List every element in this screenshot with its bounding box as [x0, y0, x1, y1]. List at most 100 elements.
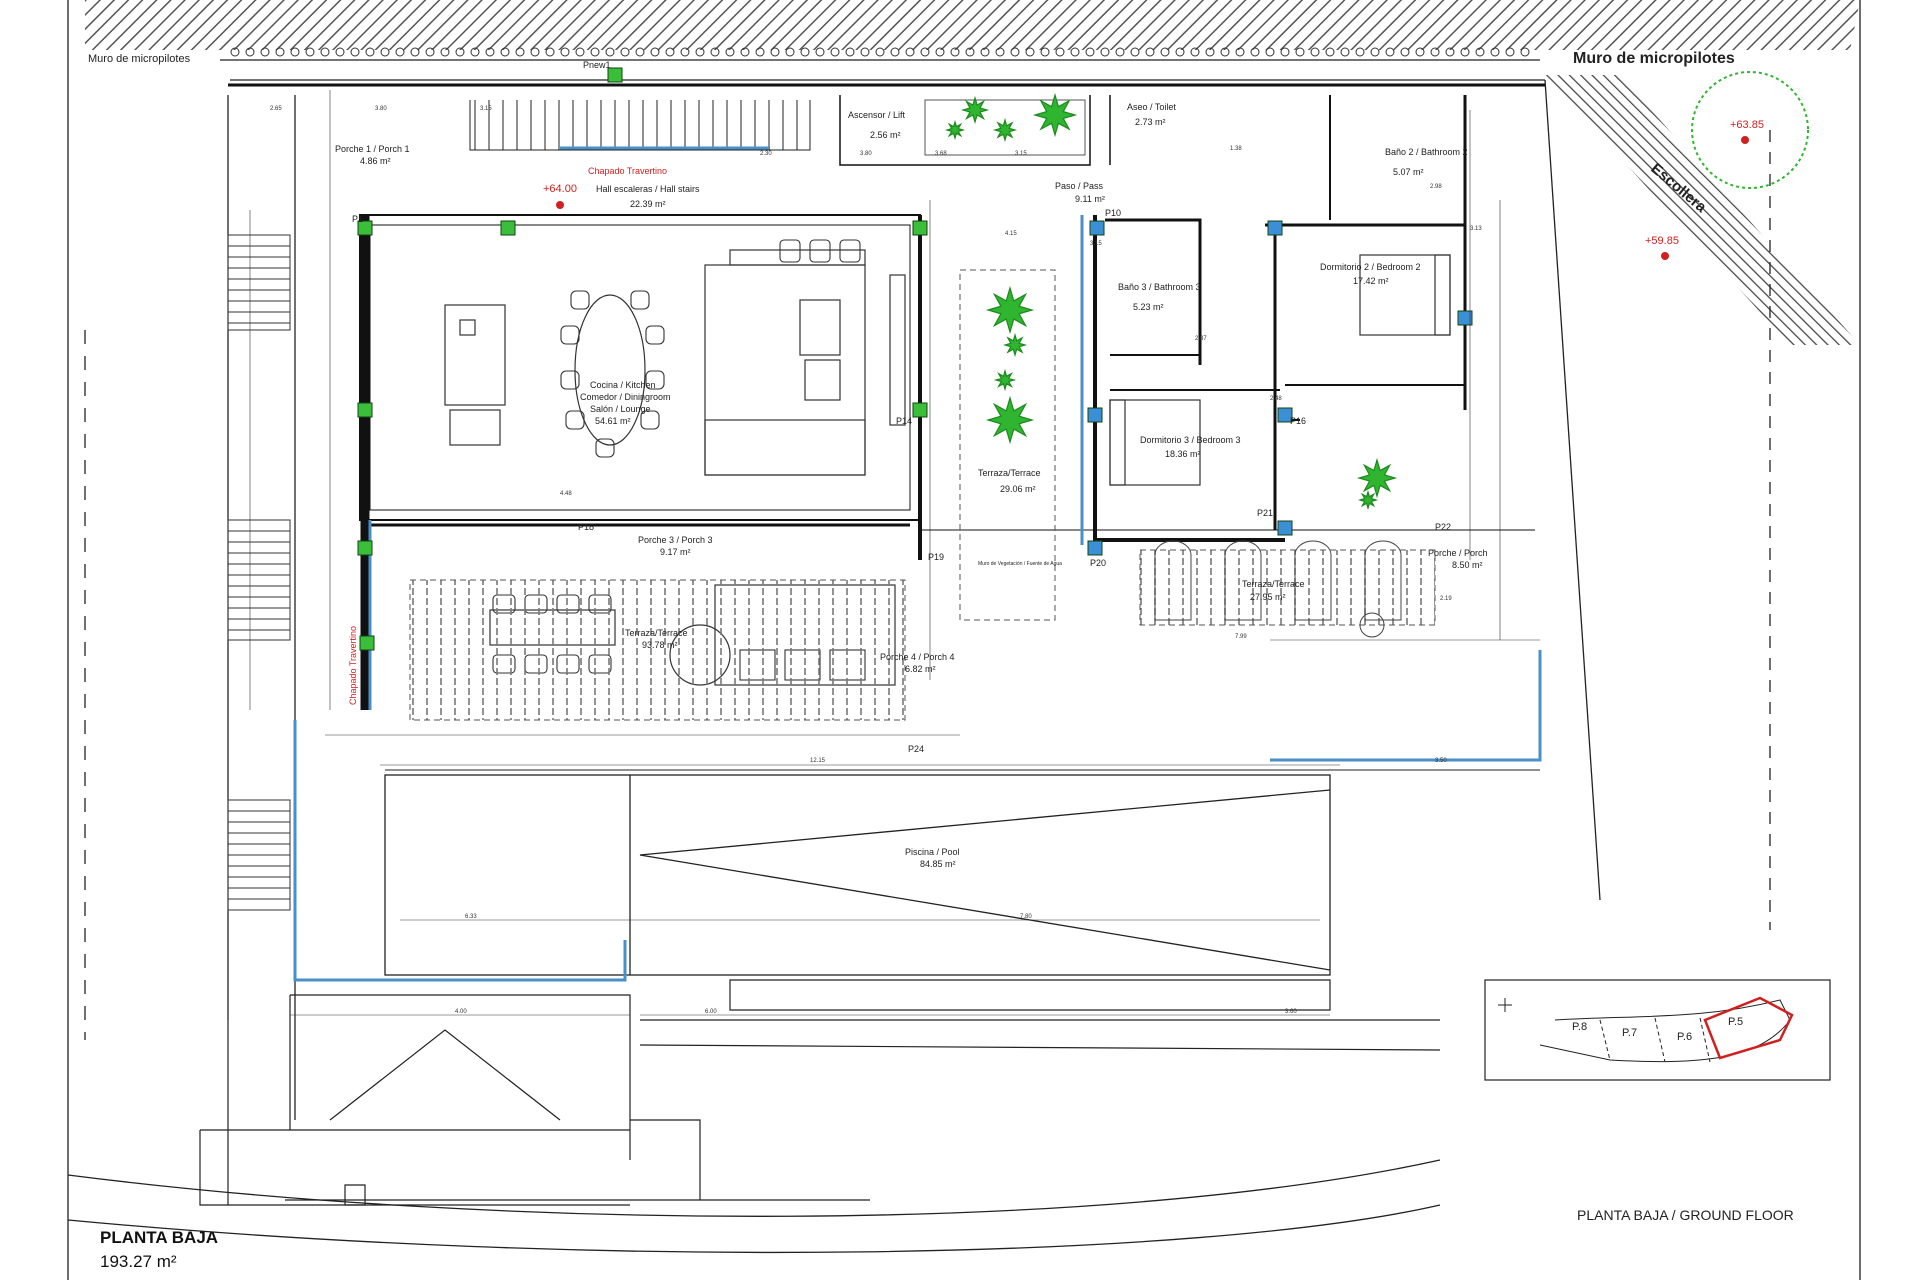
- porch1-name: Porche 1 / Porch 1: [335, 144, 410, 154]
- bath3-area: 5.23 m²: [1133, 302, 1164, 312]
- dimension-text: 2.48: [1270, 396, 1282, 402]
- side-stairs: [227, 234, 291, 911]
- dimension-text: 2.98: [1430, 184, 1442, 190]
- passage-name: Paso / Pass: [1055, 181, 1104, 191]
- column: [500, 220, 516, 236]
- bed3-name: Dormitorio 3 / Bedroom 3: [1140, 435, 1241, 445]
- chair: [645, 325, 665, 345]
- plant: [1032, 92, 1078, 138]
- porch3-area: 9.17 m²: [660, 547, 691, 557]
- column: [357, 540, 373, 556]
- side-stair-block: [227, 234, 291, 331]
- terrace-right-name: Terraza/Terrace: [1242, 579, 1305, 589]
- dimension-text: 2.30: [760, 151, 772, 157]
- terrace-left-area: 93.78 m²: [642, 640, 678, 650]
- dimension-text: 3.68: [935, 151, 947, 157]
- level-marks: +64.00 +63.85 +59.85: [543, 119, 1764, 260]
- pillar-label: P18: [578, 522, 594, 532]
- terrace-mid-area: 29.06 m²: [1000, 484, 1036, 494]
- kitchen-name3: Salón / Lounge: [590, 404, 651, 414]
- kitchen-name: Cocina / Kitchen: [590, 380, 656, 390]
- column: [1087, 407, 1103, 423]
- pillar-label: P14: [896, 416, 912, 426]
- plant: [944, 119, 966, 141]
- retaining-wall-label-left: Muro de micropilotes: [88, 53, 191, 65]
- column: [607, 67, 623, 83]
- stairs-hall: [469, 100, 811, 151]
- porch3-name: Porche 3 / Porch 3: [638, 535, 713, 545]
- pillar-label: P10: [1105, 208, 1121, 218]
- key-map: P.8 P.7 P.6 P.5: [1484, 979, 1831, 1081]
- retaining-wall-label-right: Muro de micropilotes: [1573, 50, 1735, 67]
- pillar-label: P24: [908, 744, 924, 754]
- hall-name: Hall escaleras / Hall stairs: [596, 184, 700, 194]
- side-stair-block: [227, 519, 291, 641]
- bed2-name: Dormitorio 2 / Bedroom 2: [1320, 262, 1421, 272]
- plant: [985, 395, 1035, 445]
- dimension-text: 6.33: [465, 914, 477, 920]
- column: [1087, 540, 1103, 556]
- bed2-area: 17.42 m²: [1353, 276, 1389, 286]
- column: [357, 402, 373, 418]
- porch4-name: Porche 4 / Porch 4: [880, 652, 955, 662]
- column: [359, 635, 375, 651]
- pillar-label: P1: [352, 214, 363, 224]
- toilet-area: 2.73 m²: [1135, 117, 1166, 127]
- chair: [570, 290, 590, 310]
- terrace-mid-name: Terraza/Terrace: [978, 468, 1041, 478]
- level-5985: +59.85: [1645, 235, 1679, 247]
- porch-right-name: Porche / Porch: [1428, 548, 1488, 558]
- column: [1089, 220, 1105, 236]
- plan-title-right: PLANTA BAJA / GROUND FLOOR: [1577, 1207, 1794, 1223]
- dimension-text: 2.19: [1440, 596, 1452, 602]
- plot-label: P.6: [1677, 1031, 1692, 1043]
- travertine-side: Chapado Travertino: [348, 626, 358, 705]
- level-6385: +63.85: [1730, 119, 1764, 131]
- plan-area: 193.27 m²: [100, 1252, 177, 1271]
- floor-plan-drawing: 2.65 3.80 3.15 2.30 3.80 3.68 3.15 1.38 6.33 7.80…: [67, 0, 1861, 1280]
- dimension-text: 12.15: [810, 758, 826, 764]
- site-boundary: [67, 0, 1861, 1280]
- chair: [779, 239, 801, 263]
- plot-label: P.5: [1728, 1016, 1743, 1028]
- plants: [944, 71, 1809, 511]
- passage-area: 9.11 m²: [1075, 194, 1105, 204]
- terrace-mid-note: Muro de Vegetación / Fuente de Agua: [978, 561, 1062, 567]
- dimension-text: 3.60: [1285, 1009, 1297, 1015]
- plot-label: P.8: [1572, 1021, 1587, 1033]
- dimension-text: 4.15: [1005, 231, 1017, 237]
- plant: [985, 285, 1035, 335]
- plant: [1356, 457, 1398, 499]
- pillar-label: P16: [1290, 416, 1306, 426]
- dimension-text: 6.00: [705, 1009, 717, 1015]
- terrace-left-name: Terraza/Terrace: [625, 628, 688, 638]
- bath2-area: 5.07 m²: [1393, 167, 1424, 177]
- lower-area: [199, 979, 1441, 1206]
- pilar-new-label: Pnew1: [583, 60, 611, 70]
- dimension-text: 3.80: [860, 151, 872, 157]
- dimension-text: 4.00: [455, 1009, 467, 1015]
- terrace-right-area: 27.95 m²: [1250, 592, 1286, 602]
- plant: [1357, 489, 1379, 511]
- chair: [809, 239, 831, 263]
- column: [1277, 520, 1293, 536]
- level-6400: +64.00: [543, 183, 577, 195]
- pillar-label: P22: [1435, 522, 1451, 532]
- dimension-text: 1.38: [1230, 146, 1242, 152]
- lift-name: Ascensor / Lift: [848, 110, 906, 120]
- plant: [1002, 332, 1028, 358]
- travertine-top: Chapado Travertino: [588, 166, 667, 176]
- dimension-text: 3.80: [375, 106, 387, 112]
- pool-name: Piscina / Pool: [905, 847, 960, 857]
- bath3-name: Baño 3 / Bathroom 3: [1118, 282, 1201, 292]
- porch1-area: 4.86 m²: [360, 156, 391, 166]
- dimension-text: 7.99: [1235, 634, 1247, 640]
- hall-area: 22.39 m²: [630, 199, 666, 209]
- bed3-area: 18.36 m²: [1165, 449, 1201, 459]
- porch-right-area: 8.50 m²: [1452, 560, 1483, 570]
- bath2-name: Baño 2 / Bathroom 2: [1385, 147, 1468, 157]
- kitchen-name2: Comedor / Diningroom: [580, 392, 671, 402]
- lift-area: 2.56 m²: [870, 130, 901, 140]
- column: [912, 402, 928, 418]
- porch4-area: 6.82 m²: [905, 664, 936, 674]
